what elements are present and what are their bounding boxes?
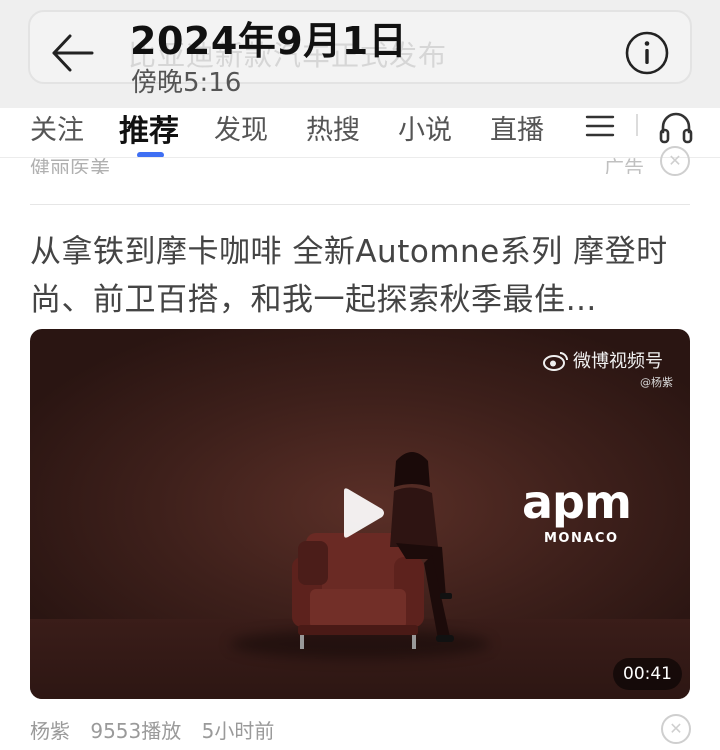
headphones-icon[interactable]: [657, 108, 695, 146]
header-date: 2024年9月1日: [130, 19, 408, 63]
arrow-left-icon: [52, 34, 94, 72]
dismiss-article-icon[interactable]: ✕: [661, 714, 691, 744]
watermark-handle: @杨紫: [640, 376, 673, 389]
article-meta: 杨紫 9553播放 5小时前: [30, 715, 288, 744]
header-time: 傍晚5:16: [131, 68, 242, 98]
top-header: 比亚迪新款汽车正式发布 2024年9月1日 傍晚5:16: [0, 0, 720, 108]
video-watermark: 微博视频号: [543, 347, 663, 373]
info-circle-icon: [625, 31, 669, 75]
dismiss-ad-icon[interactable]: ✕: [660, 146, 690, 176]
watermark-text: 微博视频号: [573, 351, 663, 372]
tab-separator: [636, 114, 638, 136]
feed-divider: [30, 204, 690, 205]
tab-hot-search[interactable]: 热搜: [306, 108, 360, 147]
article-title[interactable]: 从拿铁到摩卡咖啡 全新Automne系列 摩登时尚、前卫百搭，和我一起探索秋季最…: [30, 228, 695, 324]
tab-recommend[interactable]: 推荐: [119, 106, 179, 150]
weibo-logo-icon: [543, 352, 568, 371]
play-icon[interactable]: [336, 485, 388, 541]
article-plays: 9553播放: [90, 719, 182, 743]
brand-logo: apm: [522, 475, 632, 529]
video-player[interactable]: 微博视频号 @杨紫 apm MONACO 00:41: [30, 329, 690, 699]
article-time: 5小时前: [201, 719, 275, 743]
tab-novels[interactable]: 小说: [398, 108, 452, 147]
article-author[interactable]: 杨紫: [30, 719, 70, 743]
video-duration: 00:41: [613, 658, 682, 690]
brand-subtitle: MONACO: [544, 531, 619, 546]
info-button[interactable]: [624, 30, 670, 76]
ad-source: 健丽医美: [30, 156, 110, 174]
menu-icon[interactable]: [584, 110, 616, 142]
tab-follow[interactable]: 关注: [30, 108, 84, 147]
ad-label: 广告: [604, 156, 644, 174]
tab-live[interactable]: 直播: [490, 108, 544, 147]
person-silhouette: [390, 452, 454, 642]
tab-discover[interactable]: 发现: [214, 108, 268, 147]
back-button[interactable]: [48, 28, 98, 78]
channel-tabs: 关注 推荐 发现 热搜 小说 直播: [0, 108, 720, 158]
